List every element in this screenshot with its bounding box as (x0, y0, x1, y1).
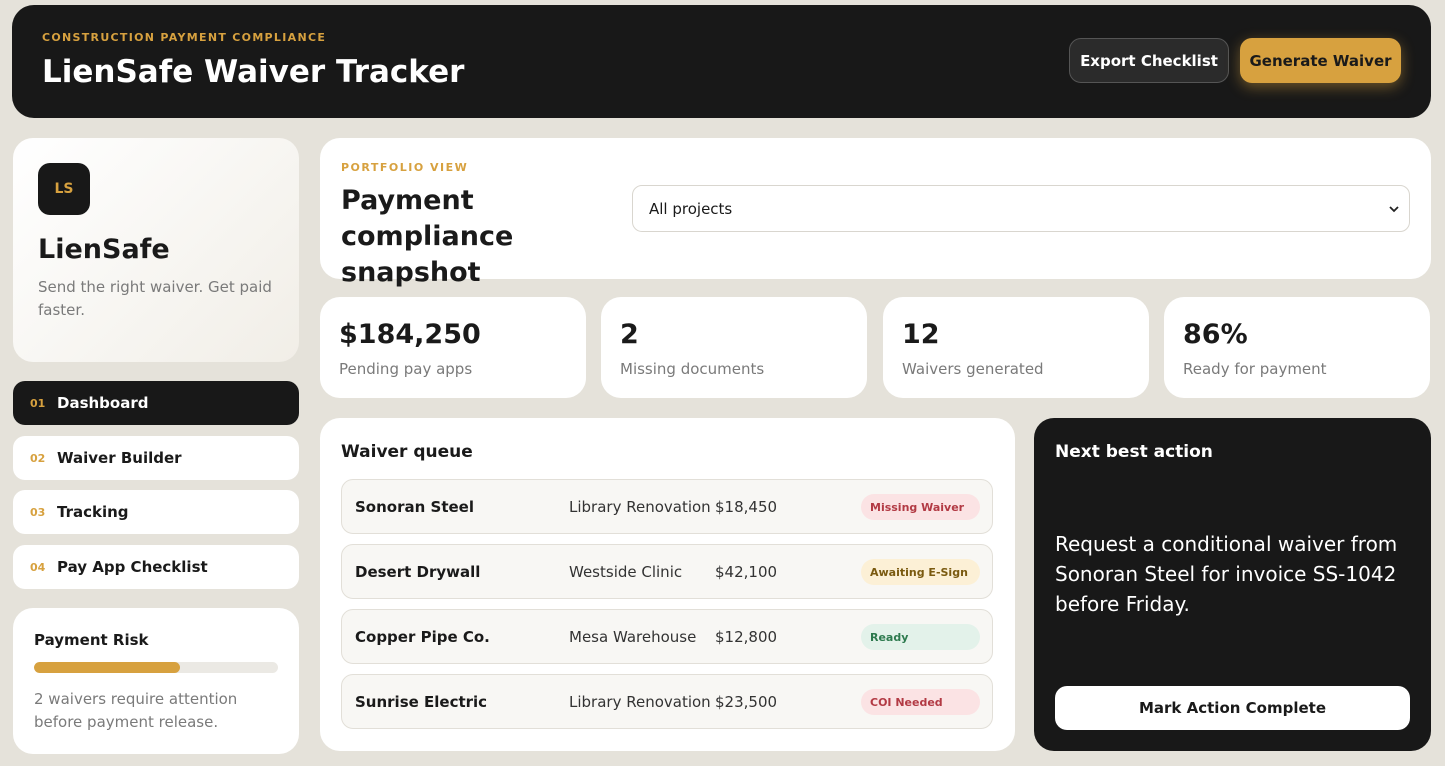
waiver-queue-card: Waiver queue Sonoran Steel Library Renov… (320, 418, 1015, 751)
row-vendor: Copper Pipe Co. (355, 628, 490, 646)
table-row[interactable]: Sunrise Electric Library Renovation $23,… (341, 674, 993, 729)
nav-number: 02 (30, 451, 46, 465)
top-header: CONSTRUCTION PAYMENT COMPLIANCE LienSafe… (12, 5, 1431, 118)
project-select-value: All projects (649, 199, 733, 218)
nav-label: Dashboard (57, 394, 149, 412)
stat-label: Missing documents (620, 360, 765, 378)
project-select[interactable]: All projects (632, 185, 1410, 232)
stat-card-missing: 2 Missing documents (601, 297, 867, 398)
status-badge: Ready (861, 624, 980, 650)
action-title: Next best action (1055, 442, 1213, 462)
sidebar-item-waiver-builder[interactable]: 02 Waiver Builder (13, 436, 299, 480)
row-vendor: Sonoran Steel (355, 498, 474, 516)
row-project: Westside Clinic (569, 563, 683, 581)
risk-progress-bar (34, 662, 278, 673)
payment-risk-card: Payment Risk 2 waivers require attention… (13, 608, 299, 754)
table-row[interactable]: Desert Drywall Westside Clinic $42,100 A… (341, 544, 993, 599)
nav-number: 01 (30, 396, 46, 410)
table-row[interactable]: Sonoran Steel Library Renovation $18,450… (341, 479, 993, 534)
row-project: Library Renovation (569, 498, 711, 516)
nav-label: Pay App Checklist (57, 558, 208, 576)
stat-value: 2 (620, 319, 639, 350)
stat-label: Waivers generated (902, 360, 1044, 378)
status-badge: COI Needed (861, 689, 980, 715)
risk-note: 2 waivers require attention before payme… (34, 690, 238, 731)
row-project: Library Renovation (569, 693, 711, 711)
brand-card: LS LienSafe Send the right waiver. Get p… (13, 138, 299, 362)
status-badge: Awaiting E-Sign (861, 559, 980, 585)
app-title: LienSafe Waiver Tracker (42, 54, 465, 90)
stat-value: $184,250 (339, 319, 481, 350)
status-badge: Missing Waiver (861, 494, 980, 520)
next-action-card: Next best action Request a conditional w… (1034, 418, 1431, 751)
stat-card-pending: $184,250 Pending pay apps (320, 297, 586, 398)
row-amount: $42,100 (715, 563, 778, 581)
sidebar-item-dashboard[interactable]: 01 Dashboard (13, 381, 299, 425)
brand-tagline: Send the right waiver. Get paid faster. (38, 278, 272, 319)
nav-label: Waiver Builder (57, 449, 182, 467)
nav-number: 04 (30, 560, 46, 574)
row-vendor: Sunrise Electric (355, 693, 488, 711)
row-amount: $18,450 (715, 498, 778, 516)
sidebar-item-pay-app-checklist[interactable]: 04 Pay App Checklist (13, 545, 299, 589)
stat-value: 86% (1183, 319, 1248, 350)
row-amount: $23,500 (715, 693, 778, 711)
nav-number: 03 (30, 505, 46, 519)
queue-title: Waiver queue (341, 442, 473, 462)
row-project: Mesa Warehouse (569, 628, 697, 646)
portfolio-card: PORTFOLIO VIEW Payment compliance snapsh… (320, 138, 1431, 288)
page-title: Payment compliance snapshot (341, 185, 514, 288)
row-amount: $12,800 (715, 628, 778, 646)
stat-card-ready: 86% Ready for payment (1164, 297, 1430, 398)
stat-label: Pending pay apps (339, 360, 473, 378)
sidebar-item-tracking[interactable]: 03 Tracking (13, 490, 299, 534)
stat-value: 12 (902, 319, 940, 350)
nav-label: Tracking (57, 503, 129, 521)
risk-progress-fill (34, 662, 181, 673)
table-row[interactable]: Copper Pipe Co. Mesa Warehouse $12,800 R… (341, 609, 993, 664)
export-checklist-button[interactable]: Export Checklist (1069, 38, 1229, 83)
stat-card-generated: 12 Waivers generated (883, 297, 1149, 398)
row-vendor: Desert Drywall (355, 563, 481, 581)
generate-waiver-button[interactable]: Generate Waiver (1240, 38, 1401, 83)
brand-name: LienSafe (38, 234, 170, 265)
risk-title: Payment Risk (34, 631, 149, 649)
brand-logo: LS (38, 163, 90, 215)
action-text: Request a conditional waiver from Sonora… (1055, 532, 1398, 616)
header-eyebrow: CONSTRUCTION PAYMENT COMPLIANCE (42, 31, 327, 44)
stat-label: Ready for payment (1183, 360, 1327, 378)
mark-action-complete-button[interactable]: Mark Action Complete (1055, 686, 1410, 730)
portfolio-eyebrow: PORTFOLIO VIEW (341, 161, 469, 174)
chevron-down-icon (1389, 202, 1399, 216)
